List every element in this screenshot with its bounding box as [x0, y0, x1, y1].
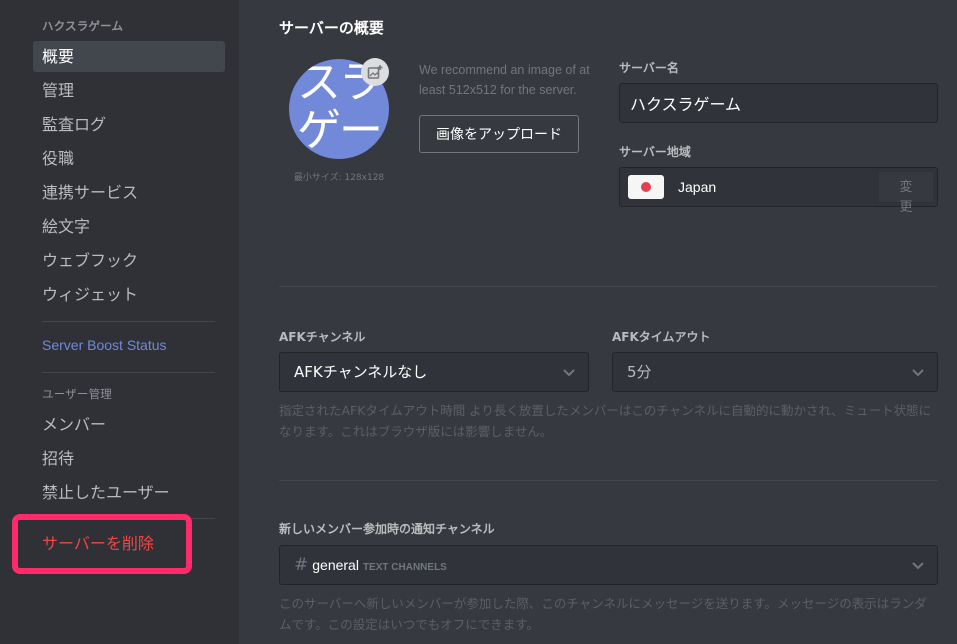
- chevron-down-icon: [563, 369, 575, 377]
- settings-sidebar: ハクスラゲーム 概要 管理 監査ログ 役職 連携サービス 絵文字 ウェブフック …: [0, 0, 239, 644]
- afk-timeout-value: 5分: [627, 363, 652, 381]
- settings-content: サーバーの概要 スラゲー 最小サイズ: 128x128 We recommend…: [239, 0, 957, 644]
- sidebar-item-webhooks[interactable]: ウェブフック: [33, 245, 225, 276]
- sidebar-item-overview[interactable]: 概要: [33, 41, 225, 72]
- user-management-header: ユーザー管理: [42, 387, 112, 401]
- afk-channel-select[interactable]: AFKチャンネルなし: [279, 352, 589, 392]
- section-divider: [279, 480, 938, 481]
- channel-category: TEXT CHANNELS: [362, 562, 447, 573]
- sidebar-item-emoji[interactable]: 絵文字: [33, 211, 225, 242]
- welcome-help-text: このサーバーへ新しいメンバーが参加した際、このチャンネルにメッセージを送ります。…: [279, 596, 927, 632]
- hash-icon: #: [294, 555, 309, 575]
- sidebar-divider: [42, 321, 215, 322]
- welcome-channel-label: 新しいメンバー参加時の通知チャンネル: [279, 522, 495, 536]
- sidebar-item-widget[interactable]: ウィジェット: [33, 279, 225, 310]
- sidebar-item-roles[interactable]: 役職: [33, 143, 225, 174]
- afk-timeout-select[interactable]: 5分: [612, 352, 938, 392]
- server-region-field: Japan 変更: [619, 167, 938, 215]
- region-value: Japan: [678, 179, 717, 195]
- server-name-input[interactable]: [619, 83, 938, 123]
- server-name-header: ハクスラゲーム: [42, 19, 124, 33]
- afk-channel-label: AFKチャンネル: [279, 330, 366, 344]
- japan-flag-icon: [628, 175, 664, 199]
- sidebar-divider: [42, 372, 215, 373]
- sidebar-item-members[interactable]: メンバー: [33, 409, 225, 440]
- change-region-button[interactable]: 変更: [879, 172, 933, 215]
- change-region-label: 変更: [899, 180, 913, 215]
- annotation-highlight-box: [12, 514, 192, 574]
- upload-image-button[interactable]: 画像をアップロード: [419, 115, 579, 153]
- min-size-hint: 最小サイズ: 128x128: [293, 173, 385, 183]
- welcome-channel-select[interactable]: # general TEXT CHANNELS: [279, 545, 938, 585]
- section-divider: [279, 286, 938, 287]
- afk-channel-value: AFKチャンネルなし: [294, 363, 428, 381]
- sidebar-item-audit-log[interactable]: 監査ログ: [33, 109, 225, 140]
- afk-help-text: 指定されたAFKタイムアウト時間 より長く放置したメンバーはこのチャンネルに自動…: [279, 403, 932, 439]
- page-title: サーバーの概要: [279, 19, 384, 37]
- chevron-down-icon: [912, 369, 924, 377]
- server-region-label: サーバー地域: [619, 145, 691, 159]
- sidebar-item-bans[interactable]: 禁止したユーザー: [33, 477, 225, 508]
- server-name-label: サーバー名: [619, 61, 679, 75]
- chevron-down-icon: [912, 562, 924, 570]
- image-recommendation-text: We recommend an image of at least 512x51…: [419, 63, 590, 97]
- add-image-icon[interactable]: [361, 58, 389, 86]
- afk-timeout-label: AFKタイムアウト: [612, 330, 711, 344]
- sidebar-item-server-boost-status[interactable]: Server Boost Status: [33, 330, 225, 361]
- welcome-channel-value: # general TEXT CHANNELS: [294, 546, 447, 587]
- sidebar-item-invites[interactable]: 招待: [33, 443, 225, 474]
- channel-name: general: [312, 557, 359, 573]
- sidebar-item-integrations[interactable]: 連携サービス: [33, 177, 225, 208]
- sidebar-item-moderation[interactable]: 管理: [33, 75, 225, 106]
